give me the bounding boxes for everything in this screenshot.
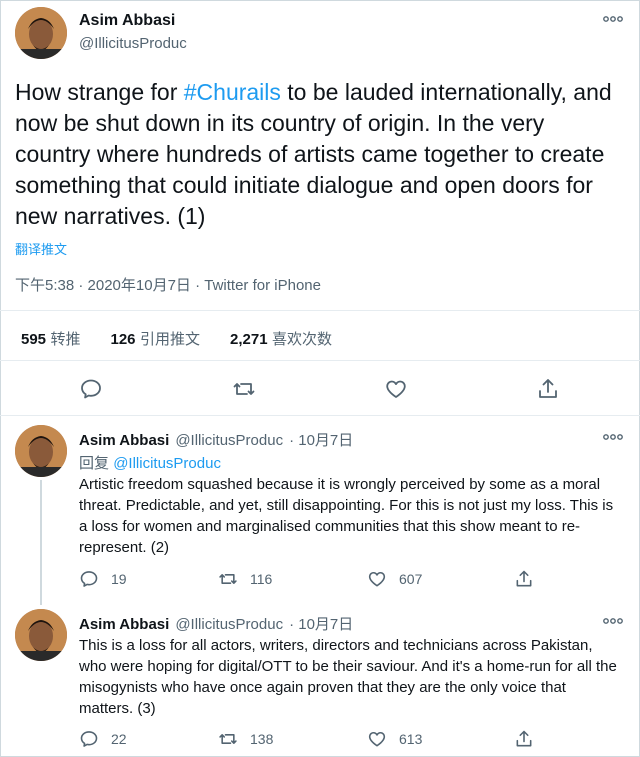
like-count: 607 <box>399 571 423 587</box>
reply-header: Asim Abbasi @IllicitusProduc · 10月7日 <box>79 613 353 634</box>
divider <box>0 415 640 416</box>
share-button[interactable] <box>536 377 560 401</box>
reply-text: Artistic freedom squashed because it is … <box>79 476 614 556</box>
retweets-label: 转推 <box>50 331 81 348</box>
reply-header: Asim Abbasi @IllicitusProduc · 10月7日 <box>79 429 353 450</box>
reply-button[interactable] <box>79 377 103 401</box>
speech-bubble-icon <box>80 731 98 747</box>
replying-to-prefix: 回复 <box>79 455 110 472</box>
share-icon <box>516 730 532 747</box>
heart-icon <box>368 731 386 747</box>
speech-bubble-icon <box>81 379 101 399</box>
reply-reply-button[interactable]: 19 <box>79 569 127 589</box>
reply-count: 19 <box>111 571 127 587</box>
hashtag-link[interactable]: #Churails <box>184 79 281 105</box>
heart-icon <box>368 571 386 587</box>
retweet-count: 138 <box>250 731 274 747</box>
tweet-text: How strange for #Churails to be lauded i… <box>15 77 625 232</box>
reply-text: This is a loss for all actors, writers, … <box>79 637 617 717</box>
reply-author-handle[interactable]: @IllicitusProduc <box>175 432 283 449</box>
reply-avatar[interactable] <box>15 609 67 661</box>
retweet-count: 116 <box>250 571 273 587</box>
reply-retweet-button[interactable]: 138 <box>218 729 273 749</box>
author-avatar[interactable] <box>15 7 67 59</box>
more-dots-icon[interactable] <box>603 15 623 23</box>
divider <box>0 310 640 311</box>
reply-author-name[interactable]: Asim Abbasi <box>79 432 169 449</box>
replying-to-handle[interactable]: @IllicitusProduc <box>113 455 221 472</box>
thread-connector-line <box>40 480 42 605</box>
tweet-stats: 595 转推 126 引用推文 2,271 喜欢次数 <box>21 328 332 349</box>
quotes-count: 126 <box>110 331 136 348</box>
retweet-button[interactable] <box>232 377 256 401</box>
more-dots-icon[interactable] <box>603 433 623 441</box>
tweet-text-start: How strange for <box>15 79 184 105</box>
retweet-icon <box>219 734 237 744</box>
reply-share-button[interactable] <box>514 569 534 589</box>
divider <box>0 360 640 361</box>
reply-date[interactable]: · 10月7日 <box>289 613 353 634</box>
like-button[interactable] <box>384 377 408 401</box>
reply-like-button[interactable]: 613 <box>367 729 422 749</box>
quotes-label: 引用推文 <box>139 331 200 348</box>
retweets-count: 595 <box>21 331 47 348</box>
retweet-icon <box>233 383 255 395</box>
retweets-stat[interactable]: 595 转推 <box>21 328 81 349</box>
more-dots-icon[interactable] <box>603 617 623 625</box>
quotes-stat[interactable]: 126 引用推文 <box>111 328 201 349</box>
reply-author-name[interactable]: Asim Abbasi <box>79 616 169 633</box>
author-name[interactable]: Asim Abbasi <box>79 12 175 30</box>
likes-stat[interactable]: 2,271 喜欢次数 <box>230 328 332 349</box>
reply-count: 22 <box>111 731 127 747</box>
reply-like-button[interactable]: 607 <box>367 569 422 589</box>
likes-label: 喜欢次数 <box>272 331 333 348</box>
share-icon <box>516 570 532 587</box>
reply-author-handle[interactable]: @IllicitusProduc <box>175 616 283 633</box>
likes-count: 2,271 <box>230 331 268 348</box>
reply-date[interactable]: · 10月7日 <box>289 429 353 450</box>
share-icon <box>539 379 557 398</box>
retweet-icon <box>219 574 237 584</box>
heart-icon <box>386 380 406 398</box>
like-count: 613 <box>399 731 423 747</box>
reply-share-button[interactable] <box>514 729 534 749</box>
tweet-timestamp[interactable]: 下午5:38 · 2020年10月7日 · Twitter for iPhone <box>15 274 321 295</box>
reply-reply-button[interactable]: 22 <box>79 729 127 749</box>
speech-bubble-icon <box>80 571 98 587</box>
reply-avatar[interactable] <box>15 425 67 477</box>
replying-to: 回复 @IllicitusProduc <box>79 452 221 473</box>
translate-tweet-link[interactable]: 翻译推文 <box>15 239 67 258</box>
author-handle[interactable]: @IllicitusProduc <box>79 35 187 52</box>
reply-retweet-button[interactable]: 116 <box>218 569 272 589</box>
